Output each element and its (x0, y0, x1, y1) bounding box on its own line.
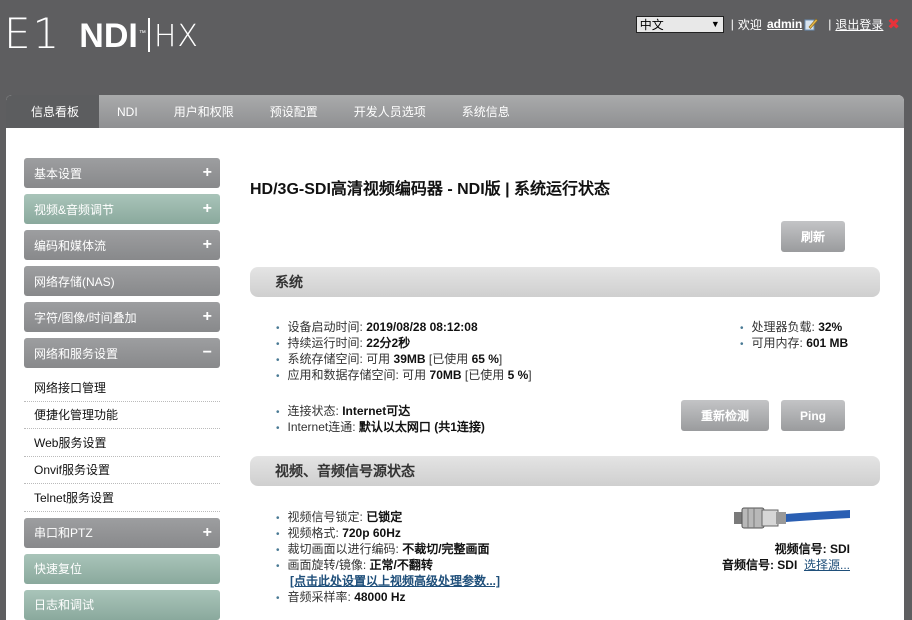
recheck-button[interactable]: 重新检测 (681, 400, 769, 431)
refresh-button[interactable]: 刷新 (781, 221, 845, 252)
advanced-settings-link[interactable]: [点击此处设置以上视频高级处理参数...] (290, 574, 500, 588)
main-nav: 信息看板 NDI 用户和权限 预设配置 开发人员选项 系统信息 (6, 95, 904, 128)
minus-icon: − (202, 344, 212, 361)
top-user-bar: 中文 ▼ | 欢迎 admin | 退出登录 ✖ (635, 15, 900, 33)
logo-hx: HX (153, 19, 199, 54)
network-submenu: 网络接口管理 便捷化管理功能 Web服务设置 Onvif服务设置 Telnet服… (24, 374, 220, 512)
advanced-settings-row: [点击此处设置以上视频高级处理参数...] (276, 573, 500, 589)
plus-icon: + (202, 523, 212, 541)
connection-status: 连接状态: Internet可达 (276, 403, 485, 419)
sidebar-item-logs[interactable]: 日志和调试 (24, 589, 220, 620)
chevron-down-icon: ▼ (710, 19, 720, 29)
tab-users[interactable]: 用户和权限 (156, 95, 252, 128)
uptime: 持续运行时间: 22分2秒 (276, 335, 532, 351)
app-storage: 应用和数据存储空间: 可用 70MB [已使用 5 %] (276, 367, 532, 383)
boot-time: 设备启动时间: 2019/08/28 08:12:08 (276, 319, 532, 335)
sdi-connector-icon (734, 507, 850, 529)
language-select[interactable]: 中文 ▼ (635, 15, 724, 33)
system-storage: 系统存储空间: 可用 39MB [已使用 65 %] (276, 351, 532, 367)
ping-button[interactable]: Ping (781, 400, 845, 431)
free-memory: 可用内存: 601 MB (740, 335, 849, 351)
page-title: HD/3G-SDI高清视频编码器 - NDI版 | 系统运行状态 (250, 181, 611, 198)
resource-stats: 处理器负载: 32% 可用内存: 601 MB (740, 319, 849, 351)
signal-source-labels: 视频信号: SDI 音频信号: SDI 选择源... (690, 541, 850, 573)
edit-profile-icon[interactable] (804, 17, 819, 31)
av-section-header: 视频、音频信号源状态 (250, 456, 880, 486)
main-panel: 信息看板 NDI 用户和权限 预设配置 开发人员选项 系统信息 基本设置 + 视频… (6, 95, 904, 620)
sidebar-sub-interface[interactable]: 网络接口管理 (24, 374, 220, 402)
select-source-link[interactable]: 选择源... (804, 558, 850, 572)
sidebar: 基本设置 + 视频&音频调节 + 编码和媒体流 + 网络存储(NAS) 字符/图像/时… (24, 158, 220, 620)
internet-link: Internet连通: 默认以太网口 (共1连接) (276, 419, 485, 435)
audio-signal-row: 音频信号: SDI 选择源... (721, 558, 850, 572)
username-link[interactable]: admin (767, 17, 802, 31)
av-stats: 视频信号锁定: 已锁定 视频格式: 720p 60Hz 裁切画面以进行编码: 不… (276, 509, 500, 605)
audio-sample-rate: 音频采样率: 48000 Hz (276, 589, 500, 605)
tab-ndi[interactable]: NDI (99, 95, 156, 128)
tab-system-info[interactable]: 系统信息 (444, 95, 528, 128)
plus-icon: + (202, 164, 212, 181)
logo-ndi: NDI ™ (79, 17, 146, 55)
logo-divider (147, 18, 150, 52)
sidebar-sub-web[interactable]: Web服务设置 (24, 429, 220, 457)
sidebar-item-network[interactable]: 网络和服务设置 − (24, 338, 220, 368)
crop-setting: 裁切画面以进行编码: 不裁切/完整画面 (276, 541, 500, 557)
video-format: 视频格式: 720p 60Hz (276, 525, 500, 541)
tab-dashboard[interactable]: 信息看板 (6, 95, 100, 128)
sidebar-item-video-audio[interactable]: 视频&音频调节 + (24, 194, 220, 224)
system-section-header: 系统 (250, 267, 880, 297)
tab-developer[interactable]: 开发人员选项 (336, 95, 444, 128)
sidebar-item-basic[interactable]: 基本设置 + (24, 158, 220, 188)
logo-e1: E1 (4, 9, 62, 58)
header: E1 NDI ™ HX 中文 ▼ | 欢迎 admin | 退出登录 ✖ (0, 0, 912, 95)
video-signal-label: 视频信号: SDI (774, 542, 850, 556)
system-stats: 设备启动时间: 2019/08/28 08:12:08 持续运行时间: 22分2… (276, 319, 532, 383)
rotation-setting: 画面旋转/镜像: 正常/不翻转 (276, 557, 500, 573)
plus-icon: + (202, 236, 212, 253)
sidebar-sub-onvif[interactable]: Onvif服务设置 (24, 457, 220, 484)
plus-icon: + (202, 308, 212, 325)
signal-lock: 视频信号锁定: 已锁定 (276, 509, 500, 525)
sidebar-item-encoding[interactable]: 编码和媒体流 + (24, 230, 220, 260)
connection-stats: 连接状态: Internet可达 Internet连通: 默认以太网口 (共1连… (276, 403, 485, 435)
sidebar-sub-convenience[interactable]: 便捷化管理功能 (24, 402, 220, 429)
welcome-text: 欢迎 (737, 17, 762, 32)
logo: E1 NDI ™ HX (4, 9, 199, 58)
close-icon[interactable]: ✖ (887, 15, 900, 33)
sidebar-item-serial-ptz[interactable]: 串口和PTZ + (24, 517, 220, 548)
cpu-load: 处理器负载: 32% (740, 319, 848, 335)
sidebar-sub-telnet[interactable]: Telnet服务设置 (24, 484, 220, 512)
sidebar-item-overlay[interactable]: 字符/图像/时间叠加 + (24, 302, 220, 332)
sidebar-item-nas[interactable]: 网络存储(NAS) (24, 266, 220, 296)
logout-link[interactable]: 退出登录 (835, 16, 883, 33)
plus-icon: + (202, 200, 212, 217)
sidebar-item-quick-reset[interactable]: 快速复位 (24, 553, 220, 584)
tab-presets[interactable]: 预设配置 (252, 95, 336, 128)
